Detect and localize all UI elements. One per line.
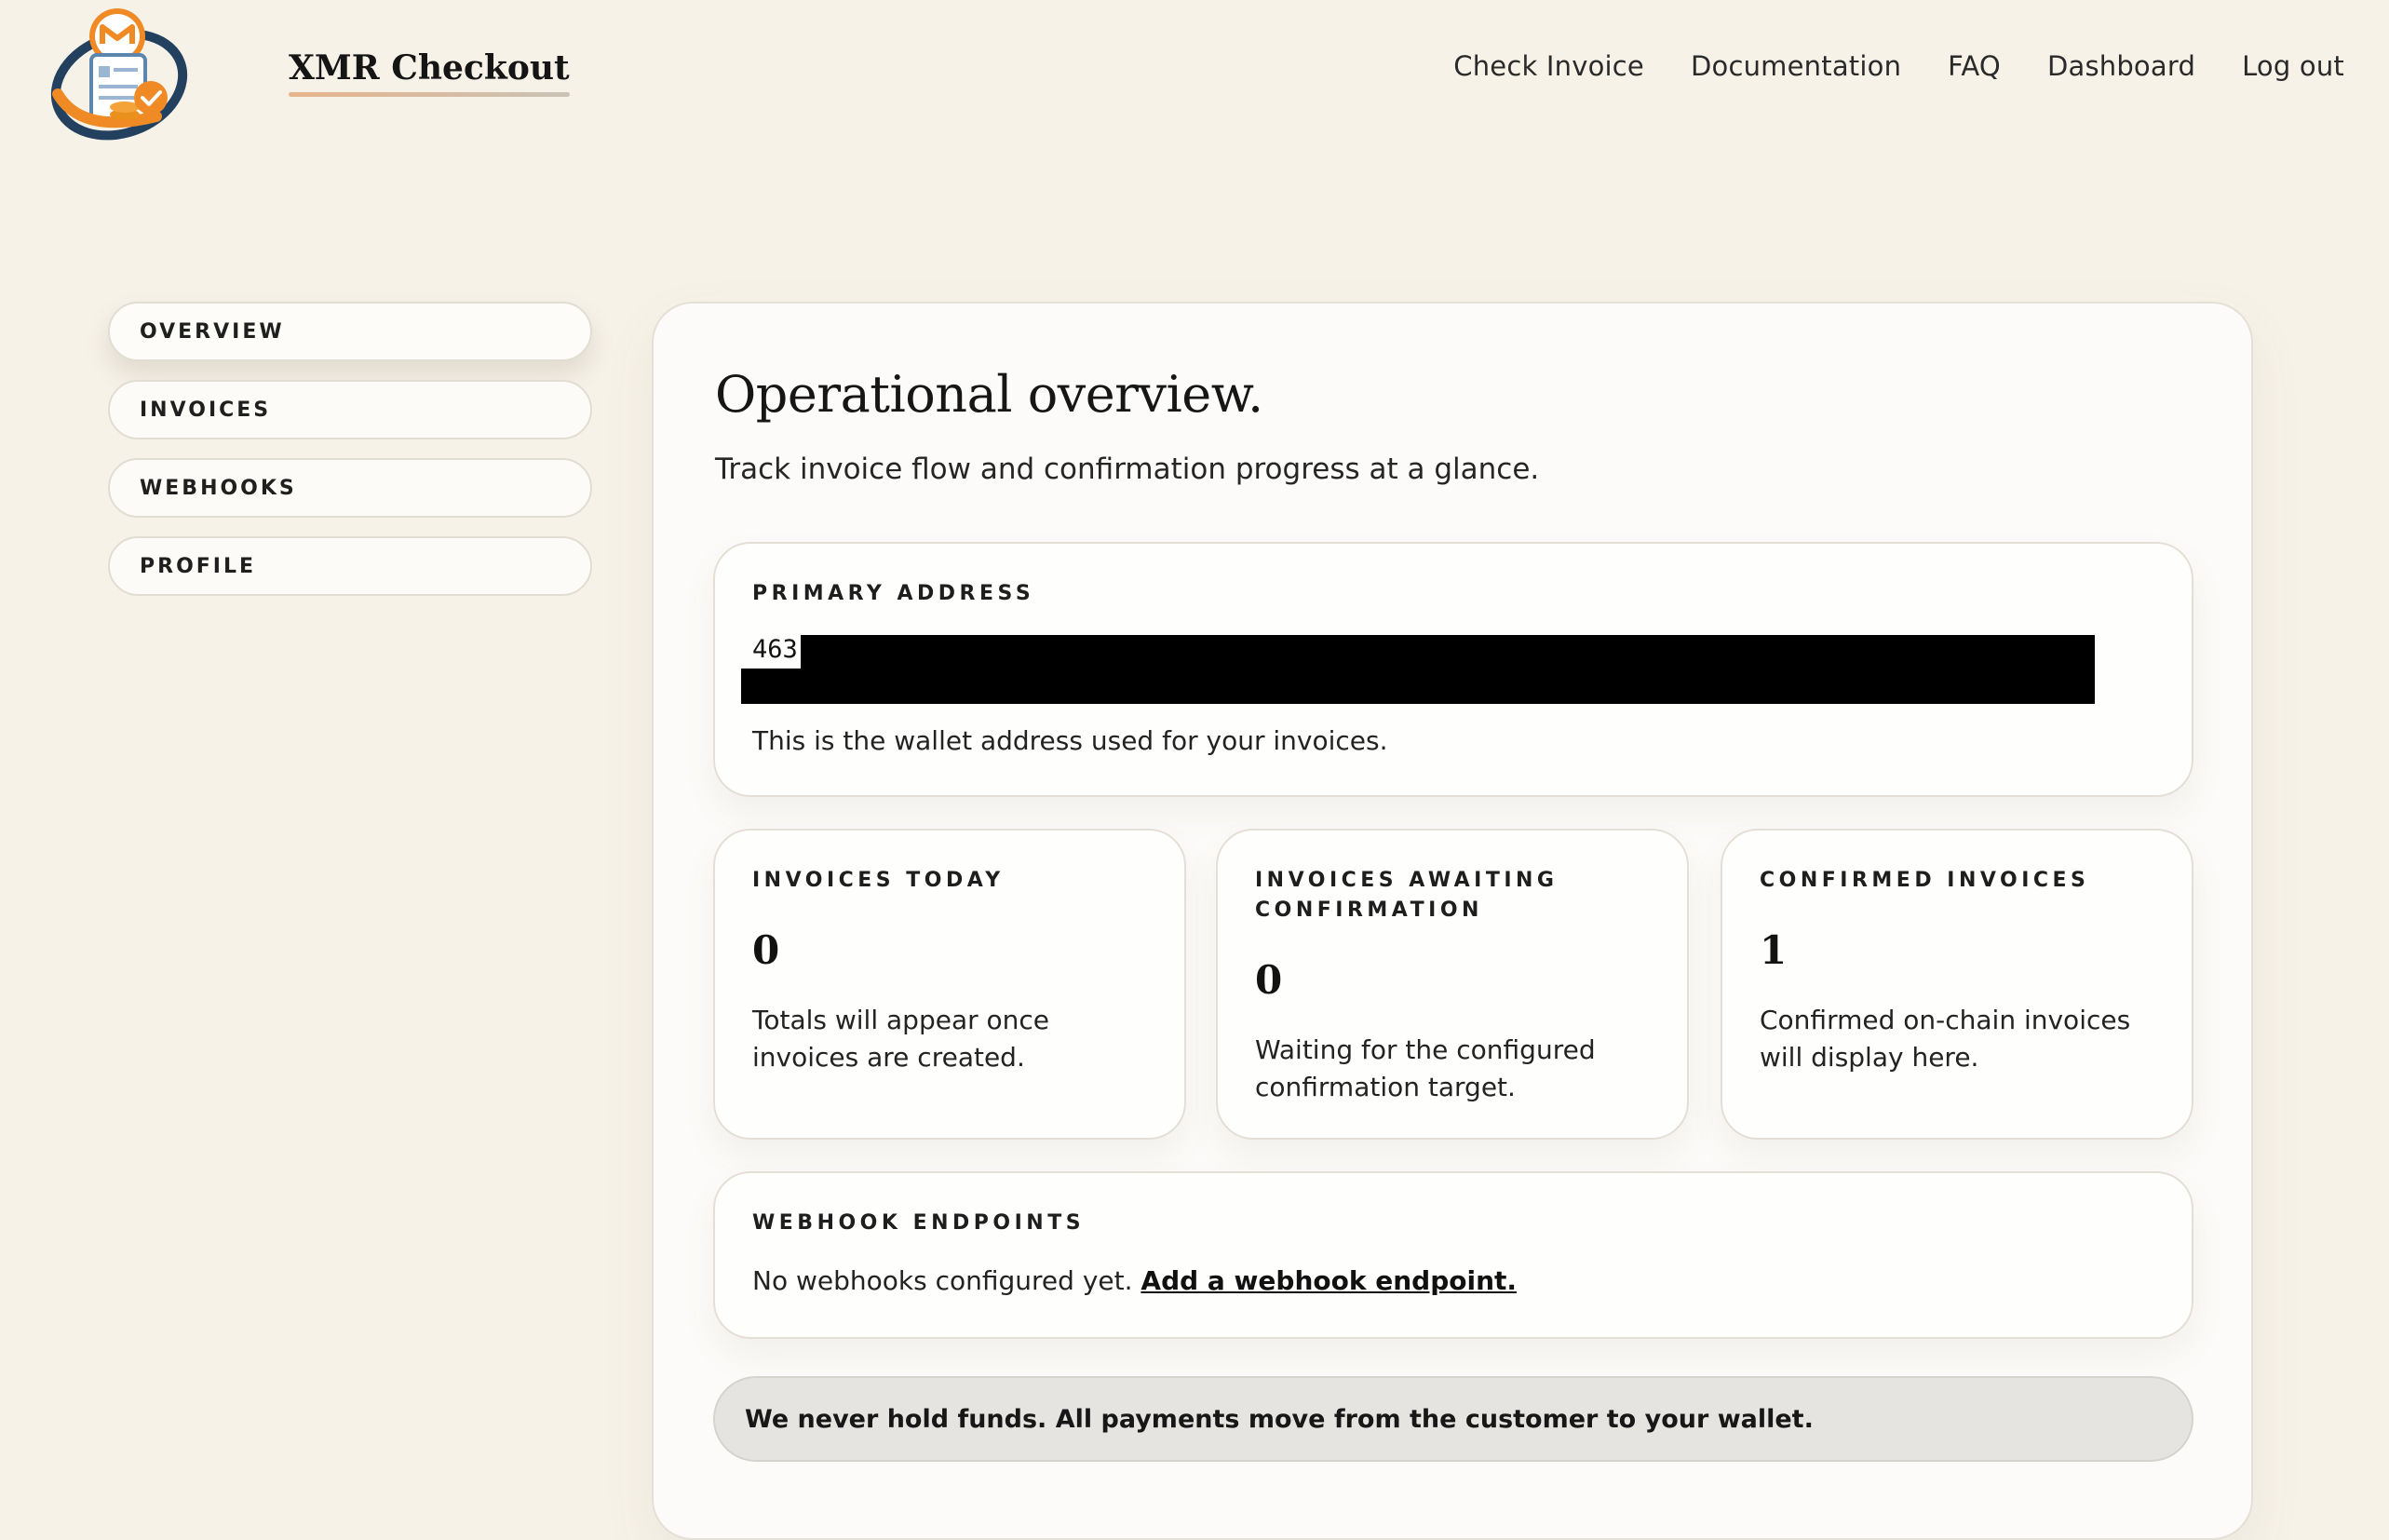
stat-description: Totals will appear once invoices are cre… xyxy=(752,1005,1050,1073)
sidebar-item-invoices[interactable]: INVOICES xyxy=(108,380,592,439)
stat-value: 0 xyxy=(752,927,780,973)
stat-label: INVOICES TODAY xyxy=(752,869,1005,892)
stat-value: 0 xyxy=(1255,957,1283,1003)
xmr-checkout-logo-icon xyxy=(50,8,188,141)
stat-description: Confirmed on-chain invoices will display… xyxy=(1760,1005,2131,1073)
page-title: Operational overview. xyxy=(715,365,1263,424)
webhook-endpoints-card: WEBHOOK ENDPOINTS No webhooks configured… xyxy=(713,1171,2193,1339)
stat-description: Waiting for the configured confirmation … xyxy=(1255,1034,1596,1102)
sidebar: OVERVIEW INVOICES WEBHOOKS PROFILE xyxy=(108,302,592,615)
overview-panel: Operational overview. Track invoice flow… xyxy=(652,302,2253,1540)
stat-card-confirmed-invoices: CONFIRMED INVOICES 1 Confirmed on-chain … xyxy=(1721,829,2193,1140)
stat-label: INVOICES AWAITING CONFIRMATION xyxy=(1255,869,1559,922)
sidebar-item-profile[interactable]: PROFILE xyxy=(108,536,592,596)
sidebar-item-webhooks[interactable]: WEBHOOKS xyxy=(108,458,592,518)
primary-address-hint: This is the wallet address used for your… xyxy=(752,725,1388,756)
primary-address-label: PRIMARY ADDRESS xyxy=(752,582,1035,605)
nav-log-out[interactable]: Log out xyxy=(2242,50,2344,82)
brand[interactable]: XMR Checkout xyxy=(45,0,570,149)
nav-documentation[interactable]: Documentation xyxy=(1691,50,1901,82)
address-redaction xyxy=(801,635,2095,704)
nav-faq[interactable]: FAQ xyxy=(1948,50,2001,82)
webhook-endpoints-message: No webhooks configured yet. Add a webhoo… xyxy=(752,1263,1517,1300)
top-navigation: Check Invoice Documentation FAQ Dashboar… xyxy=(1407,50,2344,82)
stat-label: CONFIRMED INVOICES xyxy=(1760,869,2090,892)
address-redaction-tail xyxy=(741,669,875,704)
webhook-empty-text: No webhooks configured yet. xyxy=(752,1265,1133,1296)
primary-address-card: PRIMARY ADDRESS 463 This is the wallet a… xyxy=(713,542,2193,797)
add-webhook-link[interactable]: Add a webhook endpoint. xyxy=(1141,1265,1517,1296)
stat-value: 1 xyxy=(1760,927,1788,973)
primary-address-value: 463 xyxy=(752,635,798,664)
webhook-endpoints-label: WEBHOOK ENDPOINTS xyxy=(752,1211,1086,1235)
sidebar-item-overview[interactable]: OVERVIEW xyxy=(108,302,592,361)
custody-notice: We never hold funds. All payments move f… xyxy=(713,1376,2193,1462)
brand-name[interactable]: XMR Checkout xyxy=(289,48,570,97)
stat-card-invoices-today: INVOICES TODAY 0 Totals will appear once… xyxy=(713,829,1186,1140)
nav-dashboard[interactable]: Dashboard xyxy=(2047,50,2195,82)
nav-check-invoice[interactable]: Check Invoice xyxy=(1453,50,1644,82)
stat-card-awaiting-confirmation: INVOICES AWAITING CONFIRMATION 0 Waiting… xyxy=(1216,829,1689,1140)
page-subtitle: Track invoice flow and confirmation prog… xyxy=(715,453,1540,486)
